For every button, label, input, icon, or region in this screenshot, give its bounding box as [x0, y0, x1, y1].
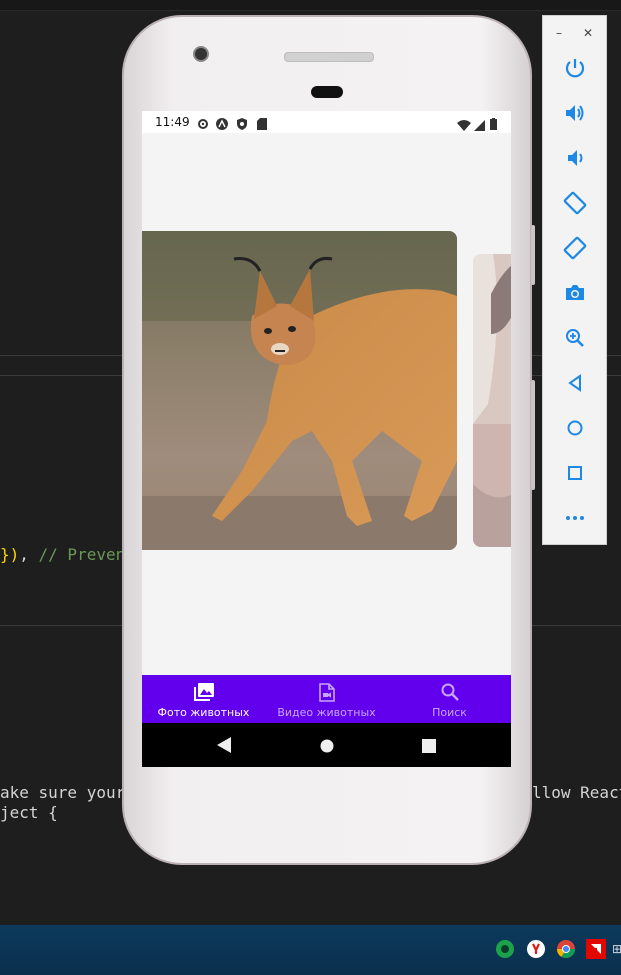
android-navigation-bar: [142, 723, 511, 767]
bottom-navigation: Фото животных Видео животных Поиск: [142, 675, 511, 723]
front-camera: [193, 46, 209, 62]
amd-icon[interactable]: [586, 939, 606, 963]
code-comment: // Preven: [38, 545, 126, 564]
code-line[interactable]: }), // Preven: [0, 545, 125, 565]
search-icon: [441, 683, 459, 705]
yandex-icon[interactable]: [526, 939, 546, 963]
wifi-icon: [457, 116, 471, 135]
next-animal-photo: [473, 254, 511, 547]
rotate-right-icon[interactable]: [563, 236, 587, 260]
accessibility-icon: [216, 115, 228, 134]
minimize-icon[interactable]: –: [556, 26, 562, 40]
tab-label: Поиск: [432, 706, 467, 719]
tray-more-icon[interactable]: ⊞: [612, 942, 621, 956]
tab-animal-videos[interactable]: Видео животных: [265, 675, 388, 723]
animal-photo-card[interactable]: [142, 231, 457, 550]
code-punctuation: ,: [19, 545, 39, 564]
chrome-icon[interactable]: [556, 939, 576, 963]
battery-icon: [490, 115, 497, 134]
phone-screen: 11:49 Фото животных Видео животных Поиск: [142, 111, 511, 767]
power-side-button: [531, 225, 535, 285]
network-icon[interactable]: [495, 939, 515, 963]
zoom-icon[interactable]: [563, 326, 587, 350]
back-icon[interactable]: [563, 371, 587, 395]
volume-side-button: [531, 380, 535, 490]
photo-library-icon: [193, 683, 214, 705]
home-icon[interactable]: [563, 416, 587, 440]
proximity-sensor: [311, 86, 343, 98]
camera-icon[interactable]: [563, 281, 587, 305]
tab-search[interactable]: Поиск: [388, 675, 511, 723]
video-file-icon: [318, 683, 335, 706]
sd-card-icon: [257, 115, 267, 134]
editor-topbar: [0, 0, 621, 11]
more-icon[interactable]: [563, 506, 587, 530]
rotate-left-icon[interactable]: [563, 191, 587, 215]
code-line[interactable]: ake sure your: [0, 783, 125, 803]
overview-icon[interactable]: [563, 461, 587, 485]
tab-animal-photos[interactable]: Фото животных: [142, 675, 265, 723]
recents-icon[interactable]: [422, 738, 436, 757]
power-icon[interactable]: [563, 56, 587, 80]
animal-photo-card-next[interactable]: [473, 254, 511, 547]
status-time: 11:49: [155, 115, 190, 129]
close-icon[interactable]: ✕: [583, 26, 593, 40]
shield-icon: [236, 115, 248, 134]
code-line[interactable]: ject {: [0, 803, 58, 823]
emulator-toolbar: – ✕: [542, 15, 607, 545]
home-icon[interactable]: [320, 738, 334, 757]
status-bar: 11:49: [142, 111, 511, 133]
back-icon[interactable]: [217, 737, 231, 757]
signal-icon: [474, 116, 485, 135]
settings-icon: [197, 115, 209, 134]
tab-label: Фото животных: [157, 706, 250, 719]
volume-up-icon[interactable]: [563, 101, 587, 125]
earpiece-speaker: [284, 52, 374, 62]
code-line[interactable]: llow React: [532, 783, 621, 803]
tab-label: Видео животных: [277, 706, 376, 719]
code-brace: }): [0, 545, 20, 564]
caracal-photo: [142, 231, 457, 550]
volume-down-icon[interactable]: [563, 146, 587, 170]
